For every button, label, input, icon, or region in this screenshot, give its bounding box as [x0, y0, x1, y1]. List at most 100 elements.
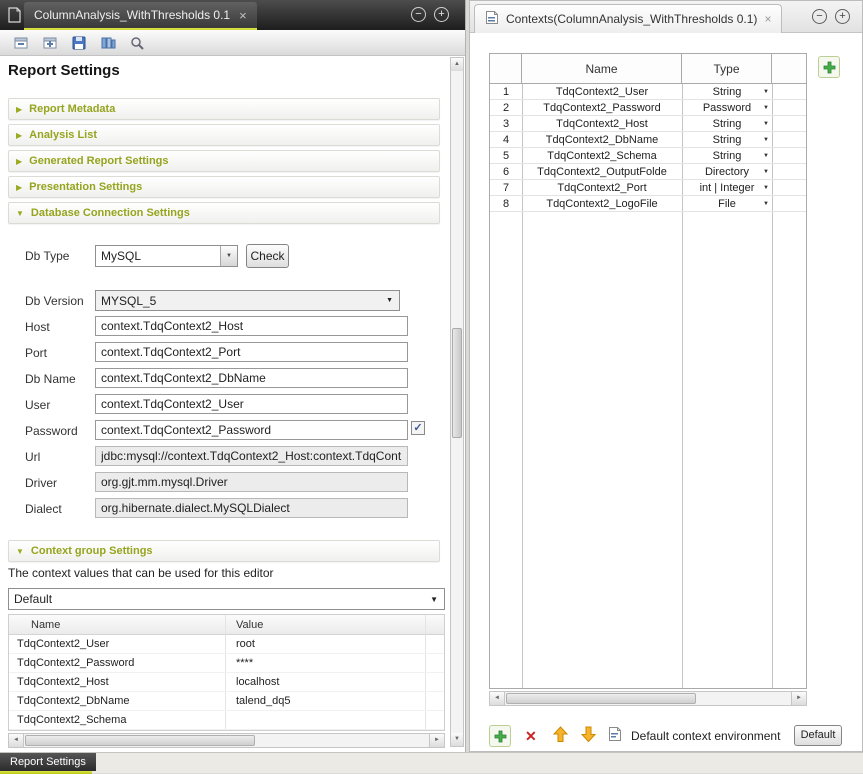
context-name-cell[interactable]: TdqContext2_Schema	[9, 711, 226, 729]
context-row[interactable]: 2 TdqContext2_Password Password▼	[490, 100, 806, 116]
chevron-down-icon[interactable]: ▼	[763, 121, 769, 127]
context-name-cell[interactable]: TdqContext2_User	[522, 84, 682, 99]
context-name-cell[interactable]: TdqContext2_LogoFile	[522, 196, 682, 211]
scroll-down-icon[interactable]: ▼	[451, 733, 463, 746]
chevron-down-icon[interactable]: ▼	[763, 89, 769, 95]
context-value-cell[interactable]: root	[226, 635, 426, 653]
context-name-cell[interactable]: TdqContext2_Password	[522, 100, 682, 115]
context-name-cell[interactable]: TdqContext2_User	[9, 635, 226, 653]
user-field[interactable]	[95, 394, 408, 414]
add-row-button[interactable]	[489, 725, 511, 747]
chevron-down-icon[interactable]: ▼	[763, 153, 769, 159]
tab-report-settings-bottom[interactable]: Report Settings	[0, 753, 96, 771]
table-row[interactable]: TdqContext2_DbName talend_dq5	[9, 692, 444, 711]
context-type-cell[interactable]: String▼	[682, 132, 772, 147]
maximize-icon[interactable]: +	[835, 9, 850, 24]
context-row[interactable]: 6 TdqContext2_OutputFolde Directory▼	[490, 164, 806, 180]
chevron-down-icon[interactable]: ▼	[763, 137, 769, 143]
port-field[interactable]	[95, 342, 408, 362]
context-type-cell[interactable]: String▼	[682, 148, 772, 163]
add-context-button[interactable]	[818, 56, 840, 78]
table-row[interactable]: TdqContext2_Schema	[9, 711, 444, 730]
context-name-cell[interactable]: TdqContext2_Host	[9, 673, 226, 691]
context-type-cell[interactable]: Password▼	[682, 100, 772, 115]
expand-all-icon[interactable]	[41, 34, 59, 52]
scrollbar-thumb[interactable]	[452, 328, 462, 438]
context-value-cell[interactable]: localhost	[226, 673, 426, 691]
db-version-select[interactable]: MYSQL_5 ▼	[95, 290, 400, 311]
context-name-cell[interactable]: TdqContext2_Schema	[522, 148, 682, 163]
chevron-down-icon[interactable]: ▼	[763, 185, 769, 191]
context-name-cell[interactable]: TdqContext2_DbName	[522, 132, 682, 147]
context-type-cell[interactable]: File▼	[682, 196, 772, 211]
context-value-cell[interactable]: ****	[226, 654, 426, 672]
chevron-down-icon[interactable]: ▼	[220, 246, 237, 266]
section-presentation-settings[interactable]: ▶ Presentation Settings	[8, 176, 440, 198]
table-row[interactable]: TdqContext2_User root	[9, 635, 444, 654]
table-row[interactable]: TdqContext2_Host localhost	[9, 673, 444, 692]
context-type-cell[interactable]: Directory▼	[682, 164, 772, 179]
context-row[interactable]: 1 TdqContext2_User String▼	[490, 84, 806, 100]
vertical-scrollbar[interactable]: ▲ ▼	[450, 57, 464, 747]
section-generated-report-settings[interactable]: ▶ Generated Report Settings	[8, 150, 440, 172]
chevron-down-icon[interactable]: ▼	[430, 595, 438, 604]
delete-row-button[interactable]: ✕	[525, 728, 537, 745]
context-environment-select[interactable]: Default ▼	[8, 588, 445, 610]
password-checkbox[interactable]: ✓	[411, 421, 425, 435]
horizontal-scrollbar[interactable]: ◄ ►	[489, 691, 807, 706]
default-environment-button[interactable]: Default	[794, 725, 842, 746]
section-database-connection-settings[interactable]: ▼ Database Connection Settings	[8, 202, 440, 224]
host-field[interactable]	[95, 316, 408, 336]
context-name-cell[interactable]: TdqContext2_Port	[522, 180, 682, 195]
scroll-right-icon[interactable]: ►	[429, 734, 444, 747]
context-value-cell[interactable]: talend_dq5	[226, 692, 426, 710]
collapse-all-icon[interactable]	[12, 34, 30, 52]
context-type-cell[interactable]: String▼	[682, 116, 772, 131]
context-type-cell[interactable]: String▼	[682, 84, 772, 99]
section-report-metadata[interactable]: ▶ Report Metadata	[8, 98, 440, 120]
table-row[interactable]: TdqContext2_Password ****	[9, 654, 444, 673]
close-icon[interactable]: ×	[239, 9, 247, 22]
scroll-left-icon[interactable]: ◄	[490, 692, 505, 705]
check-button[interactable]: Check	[246, 244, 289, 268]
context-name-cell[interactable]: TdqContext2_Host	[522, 116, 682, 131]
section-context-group-settings[interactable]: ▼ Context group Settings	[8, 540, 440, 562]
context-name-cell[interactable]: TdqContext2_OutputFolde	[522, 164, 682, 179]
scroll-left-icon[interactable]: ◄	[9, 734, 24, 747]
context-type-cell[interactable]: int | Integer▼	[682, 180, 772, 195]
context-settings-icon[interactable]	[608, 726, 623, 747]
name-column-header[interactable]: Name	[522, 54, 682, 83]
scrollbar-thumb[interactable]	[25, 735, 255, 746]
section-analysis-list[interactable]: ▶ Analysis List	[8, 124, 440, 146]
minimize-icon[interactable]: −	[411, 7, 426, 22]
chevron-down-icon[interactable]: ▼	[763, 169, 769, 175]
context-value-cell[interactable]	[226, 711, 426, 729]
zoom-icon[interactable]	[128, 34, 146, 52]
db-type-select[interactable]: MySQL ▼	[95, 245, 238, 267]
tab-contexts[interactable]: Contexts(ColumnAnalysis_WithThresholds 0…	[474, 4, 782, 33]
scroll-up-icon[interactable]: ▲	[451, 58, 463, 71]
move-down-button[interactable]	[580, 726, 597, 748]
layout-columns-icon[interactable]	[99, 34, 117, 52]
chevron-down-icon[interactable]: ▼	[763, 201, 769, 207]
context-name-cell[interactable]: TdqContext2_Password	[9, 654, 226, 672]
context-row[interactable]: 3 TdqContext2_Host String▼	[490, 116, 806, 132]
chevron-down-icon[interactable]: ▼	[763, 105, 769, 111]
type-column-header[interactable]: Type	[682, 54, 772, 83]
minimize-icon[interactable]: −	[812, 9, 827, 24]
db-name-field[interactable]	[95, 368, 408, 388]
context-row[interactable]: 7 TdqContext2_Port int | Integer▼	[490, 180, 806, 196]
save-icon[interactable]	[70, 34, 88, 52]
context-name-cell[interactable]: TdqContext2_DbName	[9, 692, 226, 710]
move-up-button[interactable]	[552, 726, 569, 748]
context-row[interactable]: 4 TdqContext2_DbName String▼	[490, 132, 806, 148]
value-column-header[interactable]: Value	[226, 615, 426, 634]
password-field[interactable]	[95, 420, 408, 440]
name-column-header[interactable]: Name	[9, 615, 226, 634]
horizontal-scrollbar[interactable]: ◄ ►	[8, 733, 445, 748]
tab-report-editor[interactable]: ColumnAnalysis_WithThresholds 0.1 ×	[24, 2, 257, 28]
chevron-down-icon[interactable]: ▼	[386, 297, 393, 304]
context-row[interactable]: 5 TdqContext2_Schema String▼	[490, 148, 806, 164]
close-icon[interactable]: ×	[764, 12, 771, 26]
context-row[interactable]: 8 TdqContext2_LogoFile File▼	[490, 196, 806, 212]
